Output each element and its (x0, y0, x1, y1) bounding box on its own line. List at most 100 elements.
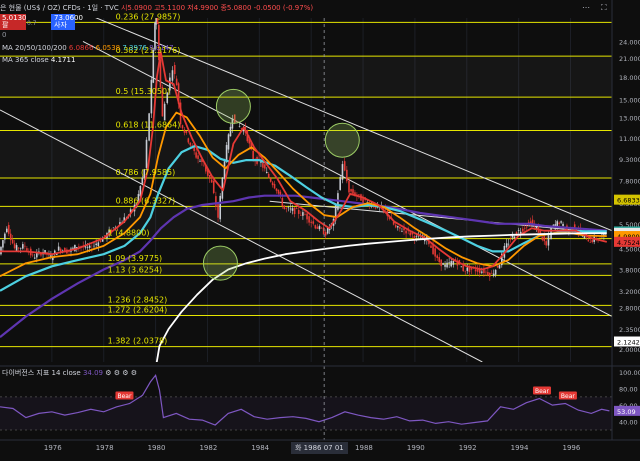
candle-body (496, 265, 499, 268)
candle-body (297, 210, 300, 214)
candle-body (15, 245, 18, 251)
gear-icon[interactable]: ⚙ ⚙ ⚙ ⚙ (105, 369, 137, 377)
candle-body (350, 189, 352, 192)
candle-body (181, 125, 184, 129)
ellipsis-icon[interactable]: ⋯ (582, 3, 590, 12)
candle-body (312, 221, 315, 224)
candle-body (527, 222, 530, 223)
candle-body (195, 152, 197, 158)
fib-label-3: 0.618 (11.6864) (116, 120, 181, 129)
buy-label: 사자 (54, 21, 67, 29)
candle-body (430, 245, 432, 248)
candle-body (302, 212, 304, 216)
candle-body (2, 240, 4, 248)
candle-body (189, 142, 192, 146)
price-tick-label: 15.0000 (619, 97, 640, 105)
highlight-circle-0 (215, 88, 251, 124)
price-tick-label: 3.8000 (619, 267, 640, 275)
candle-body (183, 129, 186, 133)
candle-body (199, 160, 201, 162)
fib-label-6: 1 (4.8800) (108, 229, 150, 238)
ma200-value: 8.0147 (149, 44, 174, 52)
candle-body (346, 169, 348, 182)
crosshair-time-label: 화 1986 07 01 (291, 442, 348, 454)
candle-body (397, 226, 399, 228)
oscillator-band (0, 396, 612, 430)
candle-body (444, 264, 446, 267)
fib-label-4: 0.786 (7.9585) (116, 168, 176, 177)
time-tick-label: 1992 (459, 444, 477, 452)
candle-body (238, 126, 241, 127)
fib-label-5: 0.886 (6.3327) (116, 196, 176, 205)
sma-legend[interactable]: MA 365 close 4.1711 (2, 56, 75, 64)
time-tick-label: 1984 (251, 444, 269, 452)
candle-body (460, 266, 463, 268)
candle-body (4, 233, 6, 240)
candle-body (524, 227, 526, 229)
oscillator-legend[interactable]: 다이버전스 지표 14 close 34.09 ⚙ ⚙ ⚙ ⚙ (2, 368, 137, 378)
sell-button[interactable]: 5.0130 팔 (0, 14, 27, 30)
candle-body (436, 255, 439, 259)
candle-body (464, 270, 467, 272)
chart-area[interactable]: 0.236 (27.9857) 0.382 (21.3176) 0.5 (15.30… (0, 0, 640, 457)
ma-legend[interactable]: MA 20/50/100/200 6.0866 6.0538 7.3976 8.… (2, 44, 174, 52)
candle-body (99, 240, 102, 242)
highlight-circle-2 (324, 122, 360, 158)
candle-body (289, 208, 292, 210)
price-tick-label: 2.0000 (619, 346, 640, 354)
oscillator-tick-label: 80.00 (619, 386, 638, 394)
symbol-header: 은 현물 (US$ / OZ) CFDs · 1일 · TVC 시5.0900 … (0, 3, 313, 15)
candle-body (215, 196, 217, 207)
candle-body (86, 246, 89, 248)
time-tick-label: 1976 (44, 444, 62, 452)
candle-body (24, 245, 26, 247)
candle-body (150, 79, 153, 114)
candle-body (348, 180, 350, 193)
candle-body (295, 208, 298, 209)
candle-body (285, 208, 288, 209)
fib-band (0, 305, 612, 315)
sma-value: 4.1711 (50, 56, 76, 64)
sell-label: 팔 (2, 21, 9, 29)
time-tick-label: 1996 (563, 444, 581, 452)
candle-body (415, 236, 418, 237)
fib-label-9: 1.236 (2.8452) (108, 295, 168, 304)
time-tick-label: 1978 (96, 444, 114, 452)
price-chart[interactable]: 0.236 (27.9857)0.382 (21.3176)0.5 (15.30… (0, 0, 640, 457)
candle-body (95, 243, 97, 246)
candle-body (308, 216, 310, 223)
candle-body (88, 245, 91, 248)
ma100-value: 7.3976 (122, 44, 147, 52)
candle-body (26, 248, 28, 251)
candle-body (212, 180, 215, 194)
spread-label: 0.7 (27, 20, 37, 27)
candle-body (22, 244, 24, 249)
candle-body (466, 267, 469, 271)
candle-body (225, 144, 228, 162)
candle-body (223, 161, 226, 179)
candle-body (525, 226, 528, 228)
candle-body (507, 243, 510, 245)
candle-body (219, 195, 222, 220)
candle-body (13, 243, 16, 249)
candle-body (509, 239, 512, 240)
candle-body (197, 155, 199, 159)
price-tick-label: 24.0000 (619, 38, 640, 46)
candle-body (452, 260, 455, 265)
candle-body (141, 177, 144, 184)
symbol-title[interactable]: 은 현물 (US$ / OZ) CFDs · 1일 · TVC (0, 4, 119, 12)
buy-button[interactable]: 73.0600 사자 (51, 14, 83, 30)
candle-body (448, 262, 450, 264)
time-tick-label: 1994 (511, 444, 529, 452)
candle-body (487, 271, 489, 276)
time-tick-label: 1980 (148, 444, 166, 452)
candle-body (203, 165, 205, 167)
candle-body (310, 221, 312, 223)
candle-body (339, 177, 341, 190)
price-tag-label-0: 6.6833 (617, 197, 640, 205)
candle-body (171, 70, 174, 81)
candle-body (316, 226, 319, 229)
candle-body (521, 228, 524, 232)
fullscreen-icon[interactable]: ⛶ (601, 3, 607, 13)
candle-body (264, 164, 266, 169)
